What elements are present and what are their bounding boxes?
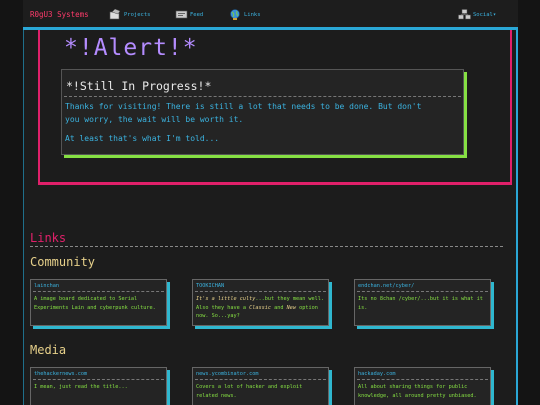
link-card-tookichan[interactable]: TOOKICHAN It's a little culty...but they… — [192, 279, 329, 326]
alert-text-line-2: you worry, the wait will be worth it. — [65, 115, 244, 124]
link-card-description: I mean, just read the title... — [34, 384, 128, 390]
link-card-description: A image board dedicated to Serial Experi… — [34, 296, 156, 311]
nav-projects[interactable]: Projects — [109, 8, 151, 20]
link-card-title[interactable]: thehackernews.com — [34, 371, 87, 377]
brand-logo[interactable]: R0gU3 Systems — [30, 10, 89, 19]
divider — [33, 291, 164, 292]
divider — [33, 379, 164, 380]
network-icon — [458, 9, 471, 20]
link-card-description: All about sharing things for public know… — [358, 384, 477, 399]
divider — [195, 379, 326, 380]
feed-icon — [175, 9, 188, 20]
divider — [357, 379, 488, 380]
link-card-endchan[interactable]: endchan.net/cyber/ Its no 8chan /cyber/.… — [354, 279, 491, 326]
links-heading: Links — [30, 231, 67, 245]
link-card-lainchan[interactable]: lainchan A image board dedicated to Seri… — [30, 279, 167, 326]
link-card-title[interactable]: TOOKICHAN — [196, 283, 224, 289]
divider — [64, 96, 461, 97]
nav-links-label: Links — [244, 11, 261, 18]
nav-projects-label: Projects — [124, 11, 151, 18]
alert-heading: *!Alert!* — [64, 35, 198, 61]
alert-card: *!Still In Progress!* Thanks for visitin… — [61, 69, 464, 155]
link-card-ycombinator[interactable]: news.ycombinator.com Covers a lot of hac… — [192, 367, 329, 405]
nav-feed[interactable]: Feed — [175, 9, 203, 20]
media-heading: Media — [30, 343, 67, 357]
link-card-description: It's a little culty...but they mean well… — [196, 295, 325, 321]
link-card-hackaday[interactable]: hackaday.com All about sharing things fo… — [354, 367, 491, 405]
divider — [30, 246, 503, 247]
nav-feed-label: Feed — [190, 11, 204, 18]
alert-card-title: *!Still In Progress!* — [66, 79, 212, 93]
navbar: R0gU3 Systems Projects Feed Links Social… — [23, 0, 518, 30]
link-card-description: Covers a lot of hacker and exploit relat… — [196, 384, 303, 399]
projects-icon — [109, 8, 122, 20]
link-card-title[interactable]: hackaday.com — [358, 371, 395, 377]
link-card-description: Its no 8chan /cyber/...but it is what it… — [358, 296, 483, 311]
nav-social-label: Social▾ — [473, 11, 497, 18]
description-text: and — [270, 304, 287, 311]
link-card-thehackernews[interactable]: thehackernews.com I mean, just read the … — [30, 367, 167, 405]
alert-text-line-3: At least that's what I'm told... — [65, 134, 220, 143]
link-card-title[interactable]: endchan.net/cyber/ — [358, 283, 414, 289]
nav-social-dropdown[interactable]: Social▾ — [458, 9, 496, 20]
emphasis-text: Classic — [249, 304, 271, 311]
link-card-title[interactable]: news.ycombinator.com — [196, 371, 258, 377]
community-heading: Community — [30, 255, 96, 269]
alert-text-line-1: Thanks for visiting! There is still a lo… — [65, 102, 422, 111]
divider — [195, 291, 326, 292]
divider — [357, 291, 488, 292]
emphasis-text: New — [286, 304, 296, 311]
globe-icon — [229, 9, 242, 20]
nav-links[interactable]: Links — [229, 9, 261, 20]
emphasis-text: It's a little culty — [196, 296, 256, 302]
link-card-title[interactable]: lainchan — [34, 283, 59, 289]
